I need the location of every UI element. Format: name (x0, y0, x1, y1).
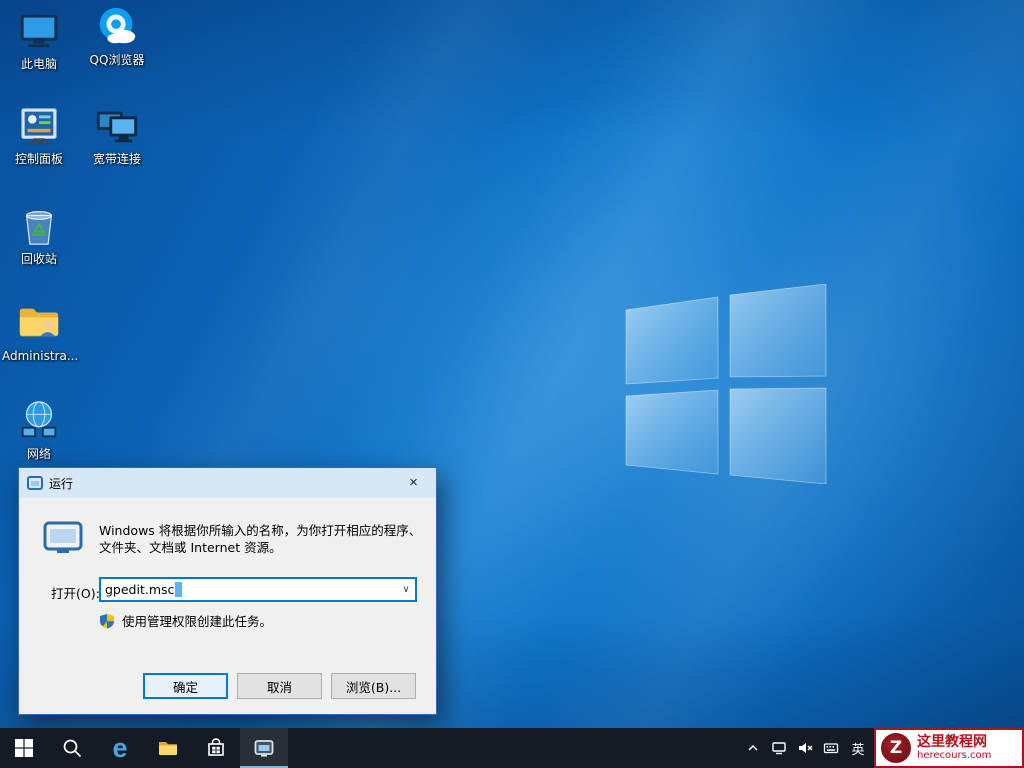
desktop-icon-network[interactable]: 网络 (2, 398, 76, 461)
network-icon (16, 398, 62, 444)
broadband-connection-icon (94, 103, 140, 149)
run-app-icon (254, 740, 274, 757)
search-icon (63, 739, 82, 758)
volume-muted-icon (799, 743, 813, 753)
watermark-domain: herecours.com (917, 750, 992, 761)
desktop-icon-label: 控制面板 (14, 152, 63, 166)
watermark: Z 这里教程网 herecours.com (874, 728, 1024, 768)
ime-keyboard-icon (823, 743, 839, 754)
run-input[interactable]: gpedit.msc ∨ (99, 577, 417, 602)
run-input-value: gpedit.msc (105, 582, 175, 597)
admin-note-row: 使用管理权限创建此任务。 (99, 611, 272, 630)
run-app-button[interactable] (240, 728, 288, 768)
run-program-icon (43, 521, 83, 553)
ime-button[interactable] (818, 728, 844, 768)
windows-start-icon (15, 739, 33, 757)
desktop-icon-administrator[interactable]: Administra... (2, 300, 79, 363)
desktop-icon-label: QQ浏览器 (89, 53, 145, 67)
ok-button[interactable]: 确定 (143, 673, 228, 699)
this-pc-icon (16, 8, 62, 54)
watermark-title: 这里教程网 (917, 734, 987, 750)
language-indicator[interactable]: 英 (844, 728, 872, 768)
chevron-down-icon[interactable]: ∨ (397, 579, 415, 600)
windows-logo-wallpaper (625, 284, 827, 484)
desktop-icon-label: 回收站 (20, 252, 57, 266)
taskbar-left: e (0, 728, 288, 768)
close-icon[interactable]: × (391, 468, 436, 498)
edge-icon: e (112, 732, 128, 763)
network-tray-button[interactable] (766, 728, 792, 768)
run-dialog-title-icon (27, 476, 43, 490)
administrator-folder-icon (16, 300, 62, 346)
admin-note-text: 使用管理权限创建此任务。 (122, 614, 273, 629)
run-dialog-title: 运行 (49, 476, 74, 491)
uac-shield-icon (100, 613, 114, 628)
desktop-icon-label: 此电脑 (20, 57, 57, 71)
tray-expand-button[interactable] (740, 728, 766, 768)
volume-muted-button[interactable] (792, 728, 818, 768)
desktop: 此电脑 QQ浏览器 控制面板 宽带连接 回收站 Administra... 网络… (0, 0, 1024, 768)
store-icon (208, 738, 224, 756)
network-tray-icon (772, 742, 786, 755)
text-caret (175, 582, 183, 597)
dialog-buttons: 确定 取消 浏览(B)... (143, 673, 416, 699)
desktop-icon-label: Administra... (2, 349, 79, 363)
qq-browser-icon (94, 4, 140, 50)
desktop-icon-qq-browser[interactable]: QQ浏览器 (80, 4, 154, 67)
start-button[interactable] (0, 728, 48, 768)
file-explorer-icon (159, 742, 177, 755)
recycle-bin-icon (16, 203, 62, 249)
chevron-up-icon (748, 744, 758, 751)
control-panel-icon (16, 103, 62, 149)
file-explorer-button[interactable] (144, 728, 192, 768)
store-button[interactable] (192, 728, 240, 768)
desktop-icon-label: 宽带连接 (92, 152, 141, 166)
open-label: 打开(O): (51, 586, 100, 601)
run-dialog-titlebar[interactable]: 运行 × (19, 468, 436, 498)
search-button[interactable] (48, 728, 96, 768)
edge-button[interactable]: e (96, 728, 144, 768)
desktop-icon-this-pc[interactable]: 此电脑 (2, 8, 76, 71)
desktop-icon-control-panel[interactable]: 控制面板 (2, 103, 76, 166)
taskbar: e 英 (0, 728, 1024, 768)
run-dialog: 运行 × Windows 将根据你所输入的名称，为你打开相应的程序、文件夹、文档… (18, 467, 437, 715)
watermark-logo: Z (881, 733, 911, 763)
watermark-text: 这里教程网 herecours.com (917, 734, 991, 762)
cancel-button[interactable]: 取消 (237, 673, 322, 699)
desktop-icon-recycle-bin[interactable]: 回收站 (2, 203, 76, 266)
browse-button[interactable]: 浏览(B)... (331, 673, 416, 699)
taskbar-tray: 英 (740, 728, 872, 768)
run-dialog-description: Windows 将根据你所输入的名称，为你打开相应的程序、文件夹、文档或 Int… (99, 523, 422, 555)
desktop-icon-broadband[interactable]: 宽带连接 (80, 103, 154, 166)
desktop-icon-label: 网络 (26, 447, 51, 461)
